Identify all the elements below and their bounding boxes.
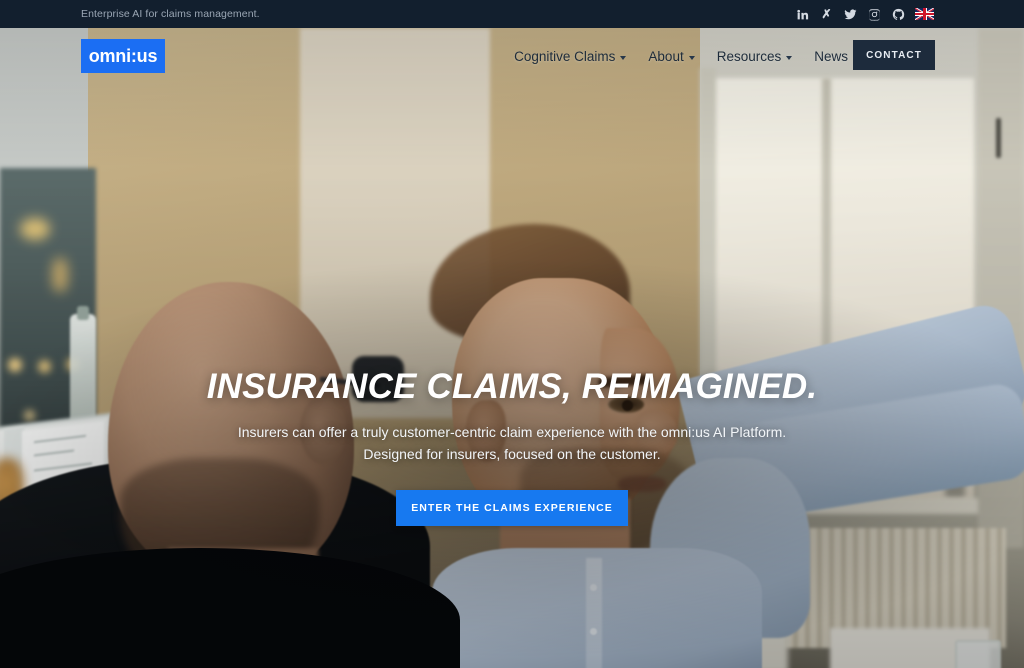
hero-subtitle-line-1: Insurers can offer a truly customer-cent…	[237, 423, 787, 440]
nav-links: Cognitive Claims About Resources News	[514, 49, 848, 64]
top-utility-bar: Enterprise AI for claims management. ✗	[0, 0, 1024, 28]
instagram-icon[interactable]	[868, 8, 881, 21]
nav-item-about[interactable]: About	[648, 49, 695, 64]
logo-text: omni:us	[88, 46, 158, 66]
nav-item-label: Cognitive Claims	[514, 49, 616, 64]
omnius-logo[interactable]: omni:us	[81, 39, 165, 73]
contact-button-label: CONTACT	[866, 49, 922, 61]
hero-content: INSURANCE CLAIMS, REIMAGINED. Insurers c…	[0, 28, 1024, 668]
nav-item-cognitive-claims[interactable]: Cognitive Claims	[514, 49, 627, 64]
hero-headline: INSURANCE CLAIMS, REIMAGINED.	[206, 367, 818, 406]
linkedin-icon[interactable]	[796, 8, 809, 21]
enter-claims-experience-button[interactable]: ENTER THE CLAIMS EXPERIENCE	[396, 489, 628, 526]
chevron-down-icon	[688, 55, 695, 60]
nav-item-label: About	[648, 49, 684, 64]
contact-button[interactable]: CONTACT	[853, 40, 935, 70]
nav-item-resources[interactable]: Resources	[717, 49, 793, 64]
main-navigation: omni:us Cognitive Claims About Resources…	[0, 28, 1024, 90]
social-links: ✗	[796, 0, 929, 28]
nav-item-label: News	[814, 49, 848, 64]
github-icon[interactable]	[892, 8, 905, 21]
cta-label: ENTER THE CLAIMS EXPERIENCE	[411, 501, 613, 514]
chevron-down-icon	[620, 55, 627, 60]
twitter-icon[interactable]	[844, 8, 857, 21]
nav-item-label: Resources	[716, 49, 782, 64]
nav-item-news[interactable]: News	[814, 49, 848, 64]
tagline-text: Enterprise AI for claims management.	[81, 8, 260, 20]
xing-icon[interactable]: ✗	[820, 8, 833, 21]
hero-subtitle: Insurers can offer a truly customer-cent…	[238, 421, 786, 466]
uk-flag-icon[interactable]	[915, 8, 934, 20]
hero-subtitle-line-2: Designed for insurers, focused on the cu…	[363, 446, 661, 463]
chevron-down-icon	[786, 55, 793, 60]
